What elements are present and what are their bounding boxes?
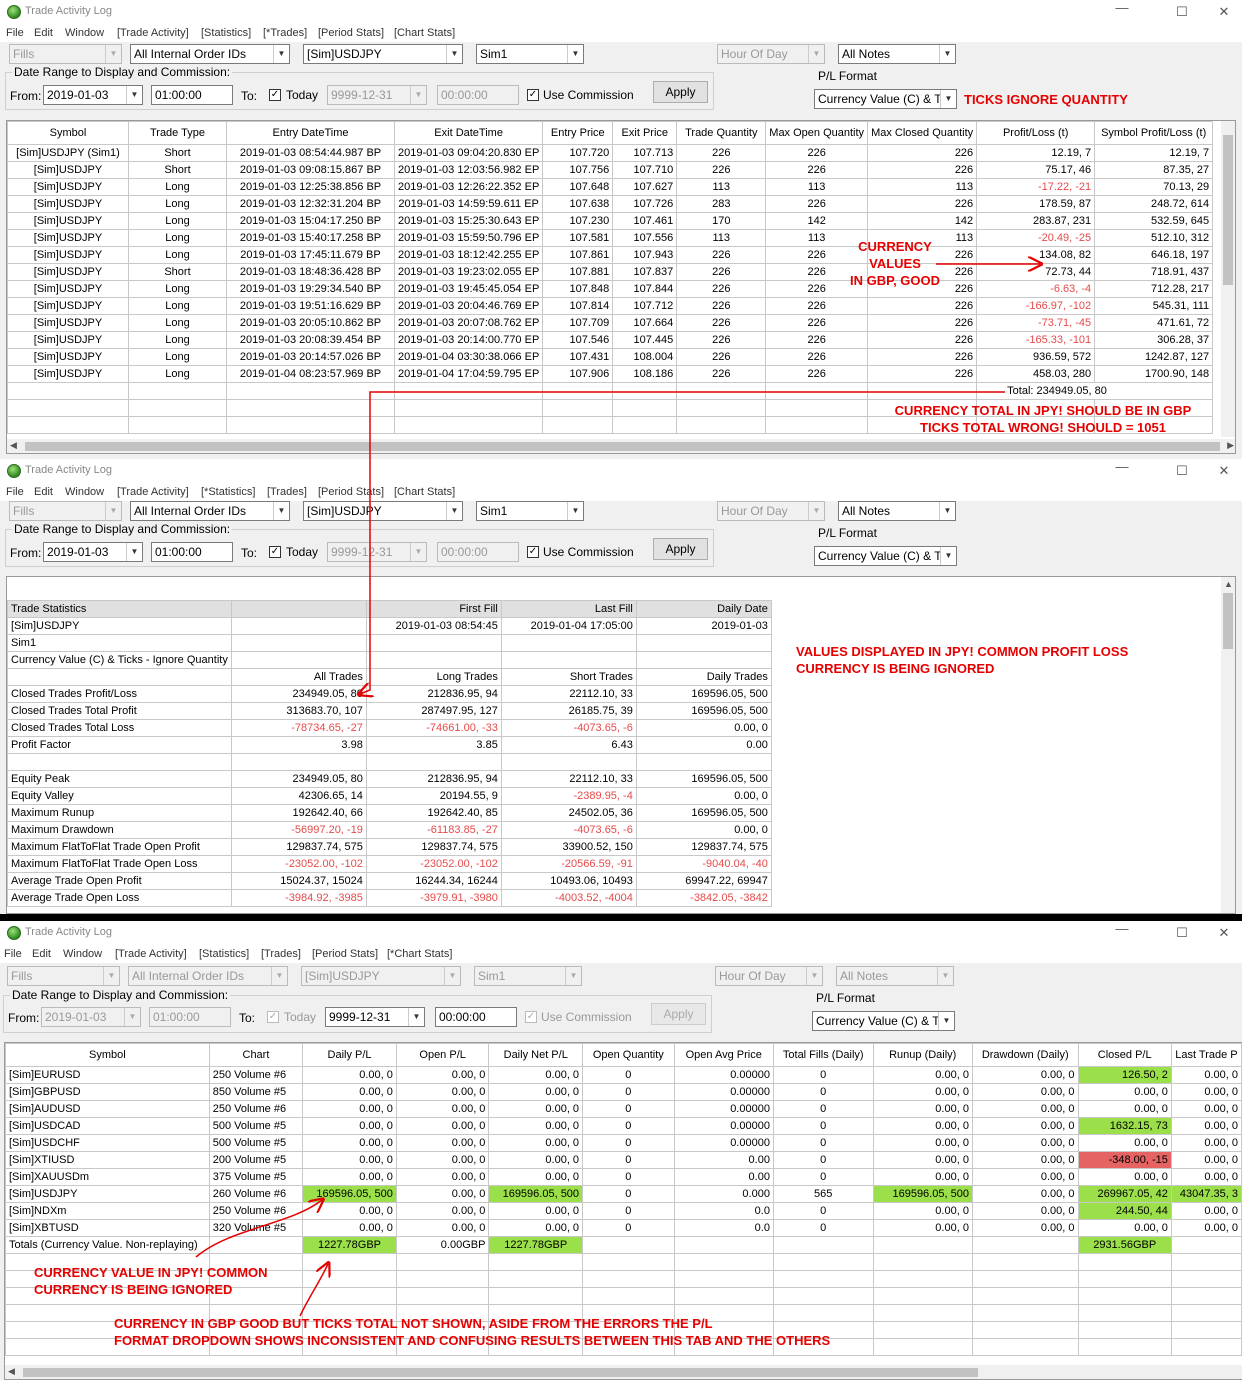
arrow-total-to-statistics [360, 391, 1005, 694]
annotation-arrows [195, 0, 1242, 1317]
arrow-to-totals-gbp [299, 1264, 328, 1317]
arrow-to-daily-pl [195, 1200, 322, 1258]
